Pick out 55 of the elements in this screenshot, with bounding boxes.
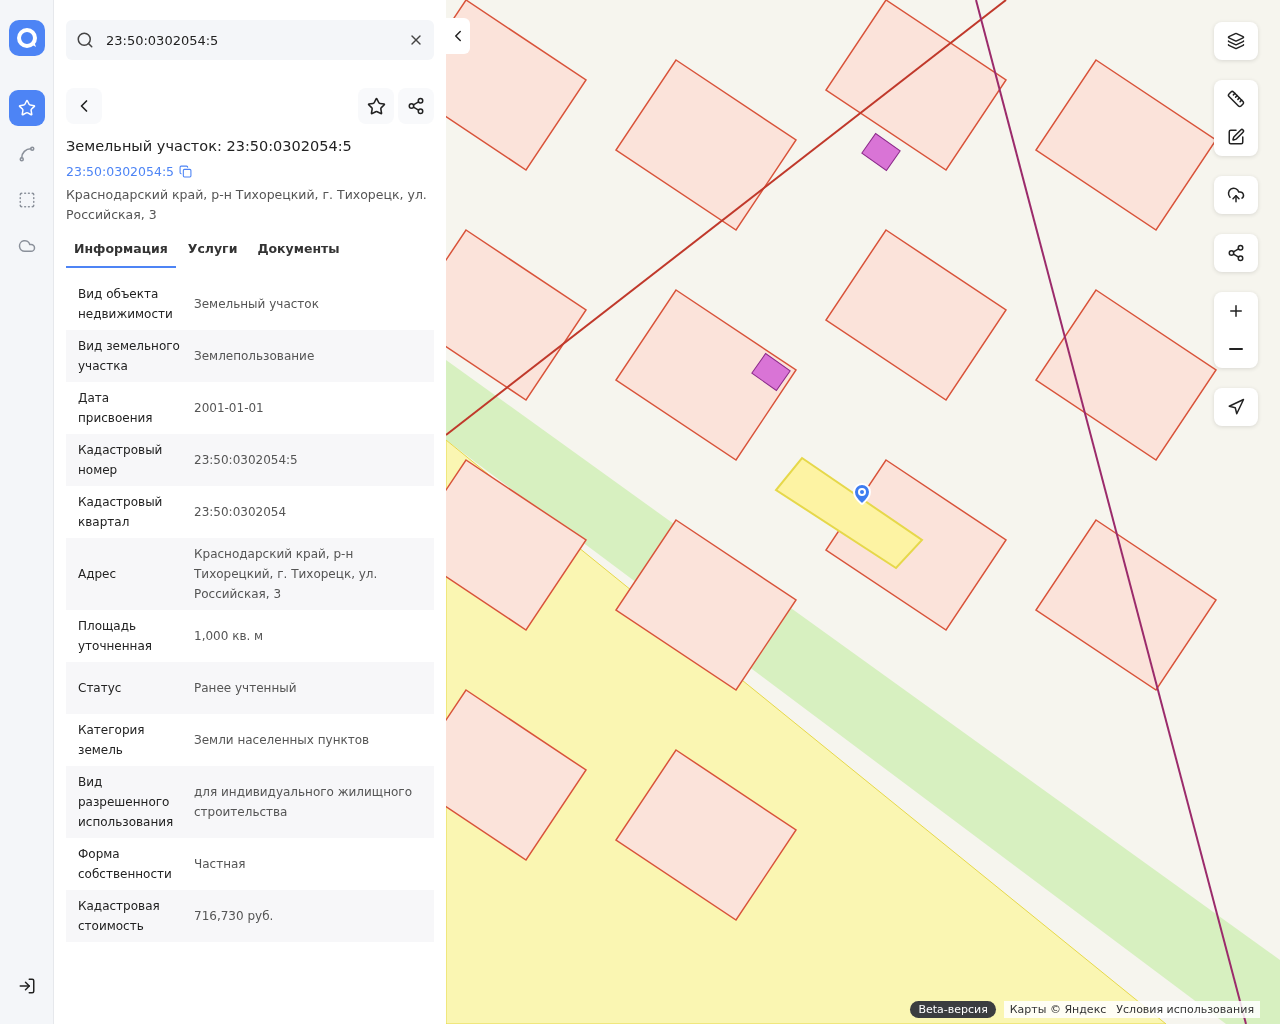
field-value: 23:50:0302054:5: [194, 452, 299, 469]
field-value: Частная: [194, 856, 247, 873]
field-label: Площадь уточненная: [78, 618, 153, 655]
attribution-text: Карты © Яндекс: [1009, 1003, 1107, 1016]
field-value: Земельный участок: [194, 296, 320, 313]
cloud-icon: [17, 237, 36, 255]
login-icon: [17, 977, 36, 995]
ruler-icon: [1227, 90, 1245, 108]
logo-icon[interactable]: [8, 20, 45, 56]
terms-link[interactable]: Условия использования: [1116, 1003, 1254, 1016]
field-label: Вид земельного участка: [78, 338, 181, 375]
selection-icon: [17, 191, 36, 209]
cadastral-number-link[interactable]: 23:50:0302054:5: [66, 164, 175, 179]
zoom-in-icon: [1227, 302, 1245, 320]
minus-icon: [1229, 348, 1243, 350]
star-icon: [366, 96, 386, 116]
field-label: Статус: [78, 680, 123, 697]
tab[interactable]: Документы: [249, 233, 348, 268]
object-title: Земельный участок: 23:50:0302054:5: [66, 138, 353, 154]
favorite-button[interactable]: [358, 88, 394, 124]
field-value: 716,730 руб.: [194, 908, 275, 925]
field-value: Землепользование: [194, 348, 316, 365]
field-value: 1,000 кв. м: [194, 628, 265, 645]
beta-badge: Beta-версия: [910, 1001, 996, 1018]
star-icon: [17, 99, 36, 117]
field-label: Форма собственности: [78, 846, 173, 883]
edit-icon: [1227, 128, 1245, 146]
copy-icon[interactable]: [179, 165, 193, 178]
field-value: Ранее учтенный: [194, 680, 298, 697]
share-icon: [1227, 244, 1245, 262]
tab[interactable]: Информация: [66, 233, 176, 268]
search-icon: [76, 31, 94, 49]
field-label: Вид разрешенного использования: [78, 774, 175, 831]
field-label: Кадастровый номер: [78, 442, 164, 479]
layers-icon: [1227, 32, 1245, 50]
field-value: для индивидуального жилищного строительства: [194, 784, 413, 821]
share-icon: [407, 97, 425, 115]
collapse-panel-button[interactable]: [446, 18, 470, 54]
field-label: Адрес: [78, 566, 118, 583]
search-field[interactable]: 23:50:0302054:5: [66, 20, 434, 60]
field-value: 23:50:0302054: [194, 504, 288, 521]
field-value: 2001-01-01: [194, 400, 265, 417]
field-label: Категория земель: [78, 722, 146, 759]
upload-icon: [1227, 186, 1245, 204]
field-label: Кадастровая стоимость: [78, 898, 161, 935]
tab[interactable]: Услуги: [179, 233, 246, 268]
locate-icon: [1227, 398, 1245, 416]
share-button[interactable]: [398, 88, 434, 124]
star-tool-button[interactable]: [8, 90, 45, 126]
object-address: Краснодарский край, р-н Тихорецкий, г. Тихорецк, ул. Российская, 3: [66, 186, 428, 224]
field-value: Краснодарский край, р-н Тихорецкий, г. Тихорецк, ул. Российская, 3: [194, 546, 379, 603]
field-label: Дата присвоения: [78, 390, 154, 427]
field-label: Вид объекта недвижимости: [78, 286, 174, 323]
field-label: Кадастровый квартал: [78, 494, 164, 531]
field-value: Земли населенных пунктов: [194, 732, 371, 749]
